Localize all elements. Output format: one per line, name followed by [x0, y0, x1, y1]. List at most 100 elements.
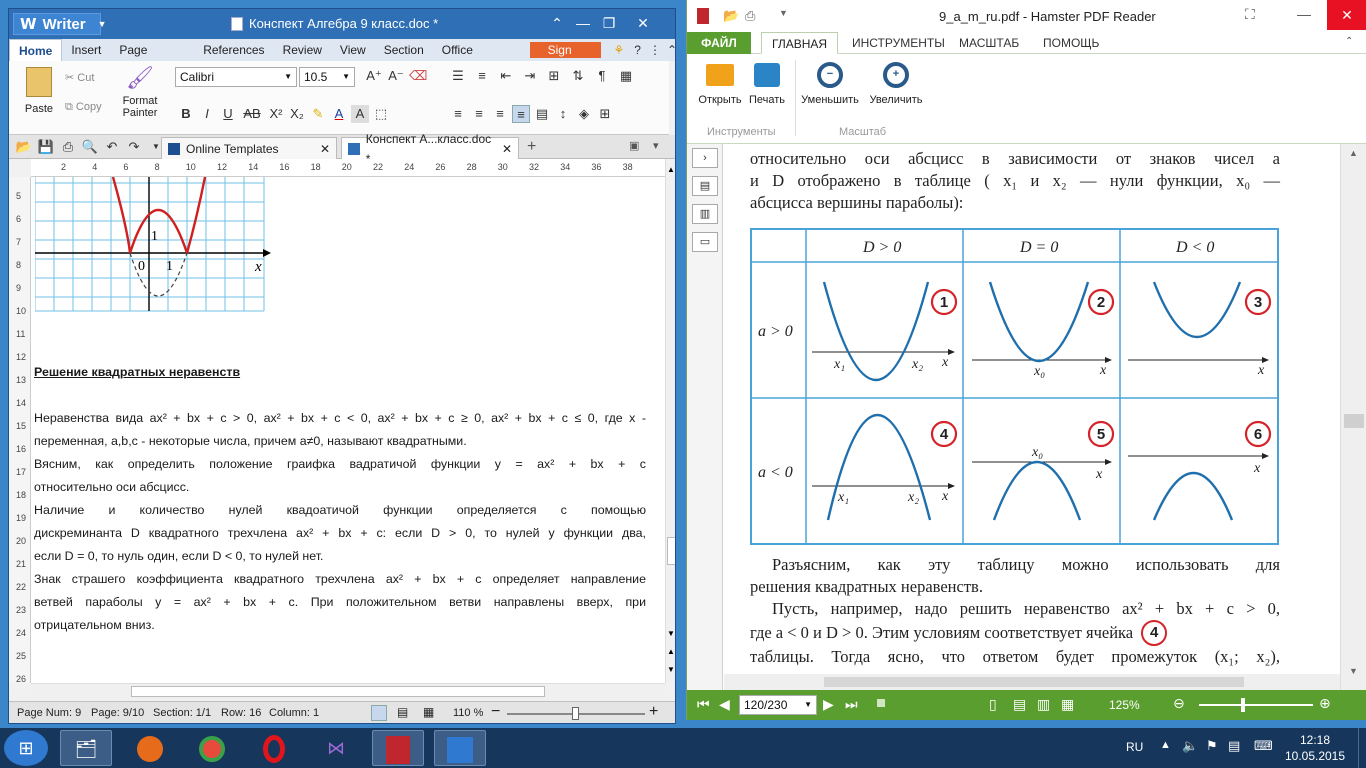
print-preview-icon[interactable]: 🔍 — [81, 138, 99, 156]
single-page-icon[interactable]: ▯ — [989, 696, 997, 713]
prev-page-icon[interactable]: ▲ — [667, 647, 675, 656]
stop-icon[interactable] — [877, 699, 885, 707]
action-center-icon[interactable]: ⚑ — [1206, 738, 1218, 754]
pdf-page-view[interactable]: относительно оси абсцисс в зависимости о… — [724, 144, 1340, 690]
save-icon[interactable]: 💾 — [37, 138, 55, 156]
language-indicator[interactable]: RU — [1126, 740, 1143, 754]
minimize-button[interactable]: — — [571, 13, 595, 33]
tab-help[interactable]: ПОМОЩЬ — [1033, 32, 1109, 54]
close-button[interactable]: ✕ — [623, 13, 663, 33]
tab-document[interactable]: Конспект А...класс.doc * ✕ — [341, 132, 519, 166]
borders-icon[interactable]: ▦ — [617, 67, 635, 85]
first-page-icon[interactable]: ⏮ — [697, 696, 710, 713]
next-page-icon[interactable]: ▶ — [823, 696, 834, 713]
thumbnails-icon[interactable]: ▥ — [692, 204, 718, 224]
scroll-down-icon[interactable]: ▼ — [1349, 666, 1358, 676]
clock[interactable]: 12:18 10.05.2015 — [1280, 732, 1350, 764]
scroll-up-icon[interactable]: ▲ — [667, 165, 675, 174]
wps-writer-taskbar-icon[interactable] — [434, 730, 486, 766]
two-page-icon[interactable]: ▥ — [1037, 696, 1050, 713]
pdf-scroll-thumb[interactable] — [1344, 414, 1364, 428]
open-icon[interactable]: 📂 — [723, 8, 739, 24]
distributed-icon[interactable]: ▤ — [533, 105, 551, 123]
prev-page-icon[interactable]: ◀ — [719, 696, 730, 713]
skin-icon[interactable]: ⚘ — [613, 43, 624, 57]
network-icon[interactable]: ▤ — [1228, 738, 1240, 754]
open-button[interactable]: Открыть — [695, 60, 745, 106]
tab-home[interactable]: ГЛАВНАЯ — [761, 32, 839, 54]
tab-tools[interactable]: ИНСТРУМЕНТЫ — [842, 32, 955, 54]
quick-access-menu-icon[interactable]: ▼ — [779, 8, 788, 18]
close-button[interactable]: ✕ — [1327, 0, 1366, 30]
line-spacing-icon[interactable]: ↕ — [554, 105, 572, 123]
start-button[interactable]: ⊞ — [4, 730, 48, 766]
zoom-slider-thumb[interactable] — [1241, 698, 1245, 712]
writer-vertical-scrollbar[interactable]: ▲ ▼ ▲ ▼ — [665, 159, 675, 683]
sort-icon[interactable]: ⇅ — [569, 67, 587, 85]
strikethrough-icon[interactable]: AB — [240, 105, 264, 123]
writer-app-menu[interactable]: W Writer ▼ — [13, 13, 107, 35]
menu-section[interactable]: Section — [375, 39, 433, 61]
show-hidden-icons[interactable]: ▲ — [1160, 739, 1171, 751]
char-border-icon[interactable]: ⬚ — [372, 105, 390, 123]
show-marks-icon[interactable]: ¶ — [593, 67, 611, 85]
superscript-icon[interactable]: X² — [267, 105, 285, 123]
bookmarks-icon[interactable]: ▤ — [692, 176, 718, 196]
zoom-out-icon[interactable]: ⊖ — [1173, 695, 1185, 712]
continuous-icon[interactable]: ▤ — [1013, 696, 1026, 713]
char-shading-icon[interactable]: A — [351, 105, 369, 123]
explorer-taskbar-icon[interactable]: 🗂 — [60, 730, 112, 766]
tab-file[interactable]: ФАЙЛ — [687, 32, 751, 54]
annotations-icon[interactable]: ▭ — [692, 232, 718, 252]
tab-list-icon[interactable]: ▣ — [629, 139, 639, 152]
bold-icon[interactable]: B — [177, 105, 195, 123]
tab-menu-icon[interactable]: ▾ — [653, 139, 659, 152]
firefox-taskbar-icon[interactable] — [124, 730, 176, 766]
underline-icon[interactable]: U — [219, 105, 237, 123]
writer-horizontal-scrollbar[interactable] — [31, 683, 665, 699]
page-number-field[interactable]: 120/230 ▼ — [739, 695, 817, 715]
font-size-select[interactable]: 10.5 ▼ — [299, 67, 355, 87]
numbering-icon[interactable]: ≡ — [473, 67, 491, 85]
collapse-ribbon-icon[interactable]: ⌃ — [1345, 36, 1353, 47]
help-icon[interactable]: ? — [634, 43, 641, 57]
last-page-icon[interactable]: ⏭ — [845, 696, 858, 713]
grow-font-icon[interactable]: A⁺ — [365, 67, 383, 85]
pdf-h-scroll-thumb[interactable] — [824, 677, 1244, 687]
cut-button[interactable]: ✂ Cut — [65, 71, 94, 84]
zoom-in-icon[interactable]: ⊕ — [1319, 695, 1331, 712]
opera-taskbar-icon[interactable] — [248, 730, 300, 766]
shading-icon[interactable]: ◈ — [575, 105, 593, 123]
subscript-icon[interactable]: X₂ — [288, 105, 306, 123]
scroll-down-icon[interactable]: ▼ — [667, 629, 675, 638]
tab-online-templates[interactable]: Online Templates ✕ — [161, 137, 337, 159]
zoom-slider[interactable] — [1199, 704, 1313, 706]
clear-format-icon[interactable]: ⌫ — [409, 67, 427, 85]
zoom-out-icon[interactable]: − — [491, 703, 500, 721]
sign-in-button[interactable]: Sign in — [529, 42, 602, 73]
minimize-button[interactable]: — — [1297, 6, 1311, 22]
pdf-vertical-scrollbar[interactable]: ▲ ▼ — [1340, 144, 1366, 690]
increase-indent-icon[interactable]: ⇥ — [521, 67, 539, 85]
shrink-font-icon[interactable]: A⁻ — [387, 67, 405, 85]
align-right-icon[interactable]: ≡ — [491, 105, 509, 123]
highlight-icon[interactable]: ✎ — [309, 105, 327, 123]
menu-insert[interactable]: Insert — [62, 39, 110, 61]
next-page-icon[interactable]: ▼ — [667, 665, 675, 674]
zoom-in-icon[interactable]: + — [649, 703, 658, 721]
zoom-out-button[interactable]: − Уменьшить — [799, 60, 861, 106]
document-page[interactable]: 0 1 1 x Решение квадратных неравенств Не… — [31, 177, 665, 683]
font-color-icon[interactable]: A — [330, 105, 348, 123]
zoom-in-button[interactable]: + Увеличить — [865, 60, 927, 106]
print-button[interactable]: Печать — [745, 60, 789, 106]
keyboard-icon[interactable]: ⌨ — [1254, 738, 1273, 754]
bullets-icon[interactable]: ☰ — [449, 67, 467, 85]
pdf-reader-taskbar-icon[interactable] — [372, 730, 424, 766]
scroll-thumb[interactable] — [667, 537, 675, 565]
fullscreen-icon[interactable]: ⛶ — [1245, 6, 1255, 23]
menu-office-space[interactable]: Office Space — [433, 39, 518, 79]
visual-studio-taskbar-icon[interactable]: ⋈ — [310, 730, 362, 766]
chrome-taskbar-icon[interactable] — [186, 730, 238, 766]
web-view-icon[interactable]: ▦ — [423, 705, 434, 719]
new-tab-icon[interactable]: + — [527, 138, 536, 156]
